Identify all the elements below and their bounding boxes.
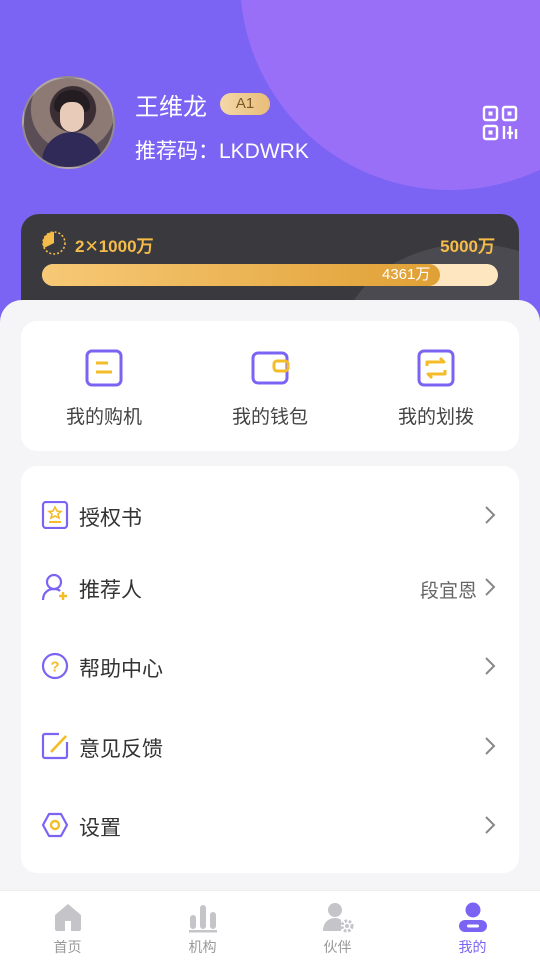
tab-institution[interactable]: 机构 xyxy=(135,891,270,960)
avatar-shirt xyxy=(42,132,102,167)
pie-chart-icon xyxy=(41,230,67,256)
vip-current-value: 2✕1000万 xyxy=(75,237,154,256)
level-badge: A1 xyxy=(220,93,270,115)
menu-item-label: 帮助中心 xyxy=(79,658,163,681)
menu-item-referrer[interactable]: 推荐人 段宜恩 xyxy=(21,557,519,617)
quick-action-my-machines[interactable]: 我的购机 xyxy=(21,321,187,451)
add-user-icon xyxy=(41,573,69,601)
chevron-right-icon xyxy=(483,505,497,525)
quick-action-label: 我的钱包 xyxy=(231,407,308,428)
content-sheet: 我的购机 我的钱包 我的划拨 授权书 推荐人 段宜恩 ? 帮助中心 意见反馈 设… xyxy=(0,300,540,890)
bar-chart-icon xyxy=(187,901,219,933)
transfer-icon xyxy=(416,348,456,388)
menu-item-label: 授权书 xyxy=(79,507,142,530)
settings-icon xyxy=(41,811,69,839)
avatar[interactable] xyxy=(22,76,115,169)
note-icon xyxy=(84,348,124,388)
tab-label: 机构 xyxy=(188,939,217,955)
menu-item-label: 设置 xyxy=(79,817,121,840)
chevron-right-icon xyxy=(483,815,497,835)
chevron-right-icon xyxy=(483,736,497,756)
quick-action-my-wallet[interactable]: 我的钱包 xyxy=(187,321,353,451)
quick-action-label: 我的购机 xyxy=(65,407,142,428)
help-icon: ? xyxy=(41,652,69,680)
chevron-right-icon xyxy=(483,577,497,597)
profile-icon xyxy=(457,901,489,933)
wallet-icon xyxy=(250,348,290,388)
menu-item-help-center[interactable]: ? 帮助中心 xyxy=(21,636,519,696)
chevron-right-icon xyxy=(483,656,497,676)
partner-icon xyxy=(322,901,354,933)
home-icon xyxy=(52,901,84,933)
tab-label: 伙伴 xyxy=(323,939,352,955)
edit-icon xyxy=(41,732,69,760)
tab-label: 首页 xyxy=(53,939,82,955)
profile-header: 王维龙 A1 推荐码：LKDWRK 2✕1000万 5000万 4361万 xyxy=(0,0,540,340)
tab-label: 我的 xyxy=(458,939,487,955)
tab-home[interactable]: 首页 xyxy=(0,891,135,960)
avatar-face xyxy=(60,102,84,132)
menu-list: 授权书 推荐人 段宜恩 ? 帮助中心 意见反馈 设置 xyxy=(21,466,519,873)
menu-item-feedback[interactable]: 意见反馈 xyxy=(21,716,519,776)
tab-mine[interactable]: 我的 xyxy=(405,891,540,960)
menu-item-label: 意见反馈 xyxy=(79,738,163,761)
certificate-icon xyxy=(41,500,69,530)
vip-progress-bar: 4361万 xyxy=(42,264,498,286)
menu-item-settings[interactable]: 设置 xyxy=(21,795,519,855)
tab-partner[interactable]: 伙伴 xyxy=(270,891,405,960)
vip-progress-label: 4361万 xyxy=(382,266,431,283)
quick-action-my-transfer[interactable]: 我的划拨 xyxy=(353,321,519,451)
bottom-tab-bar: 首页 机构 伙伴 我的 xyxy=(0,890,540,960)
vip-target-value: 5000万 xyxy=(440,237,495,256)
referral-code[interactable]: 推荐码：LKDWRK xyxy=(135,135,309,165)
qr-code-icon[interactable] xyxy=(482,105,518,141)
quick-action-label: 我的划拨 xyxy=(397,407,474,428)
svg-text:?: ? xyxy=(50,659,59,676)
vip-progress-fill xyxy=(42,264,440,286)
user-name: 王维龙 xyxy=(135,94,207,121)
menu-item-label: 推荐人 xyxy=(79,579,142,602)
menu-item-authorization[interactable]: 授权书 xyxy=(21,485,519,545)
quick-actions-card: 我的购机 我的钱包 我的划拨 xyxy=(21,321,519,451)
menu-item-value: 段宜恩 xyxy=(419,581,477,602)
